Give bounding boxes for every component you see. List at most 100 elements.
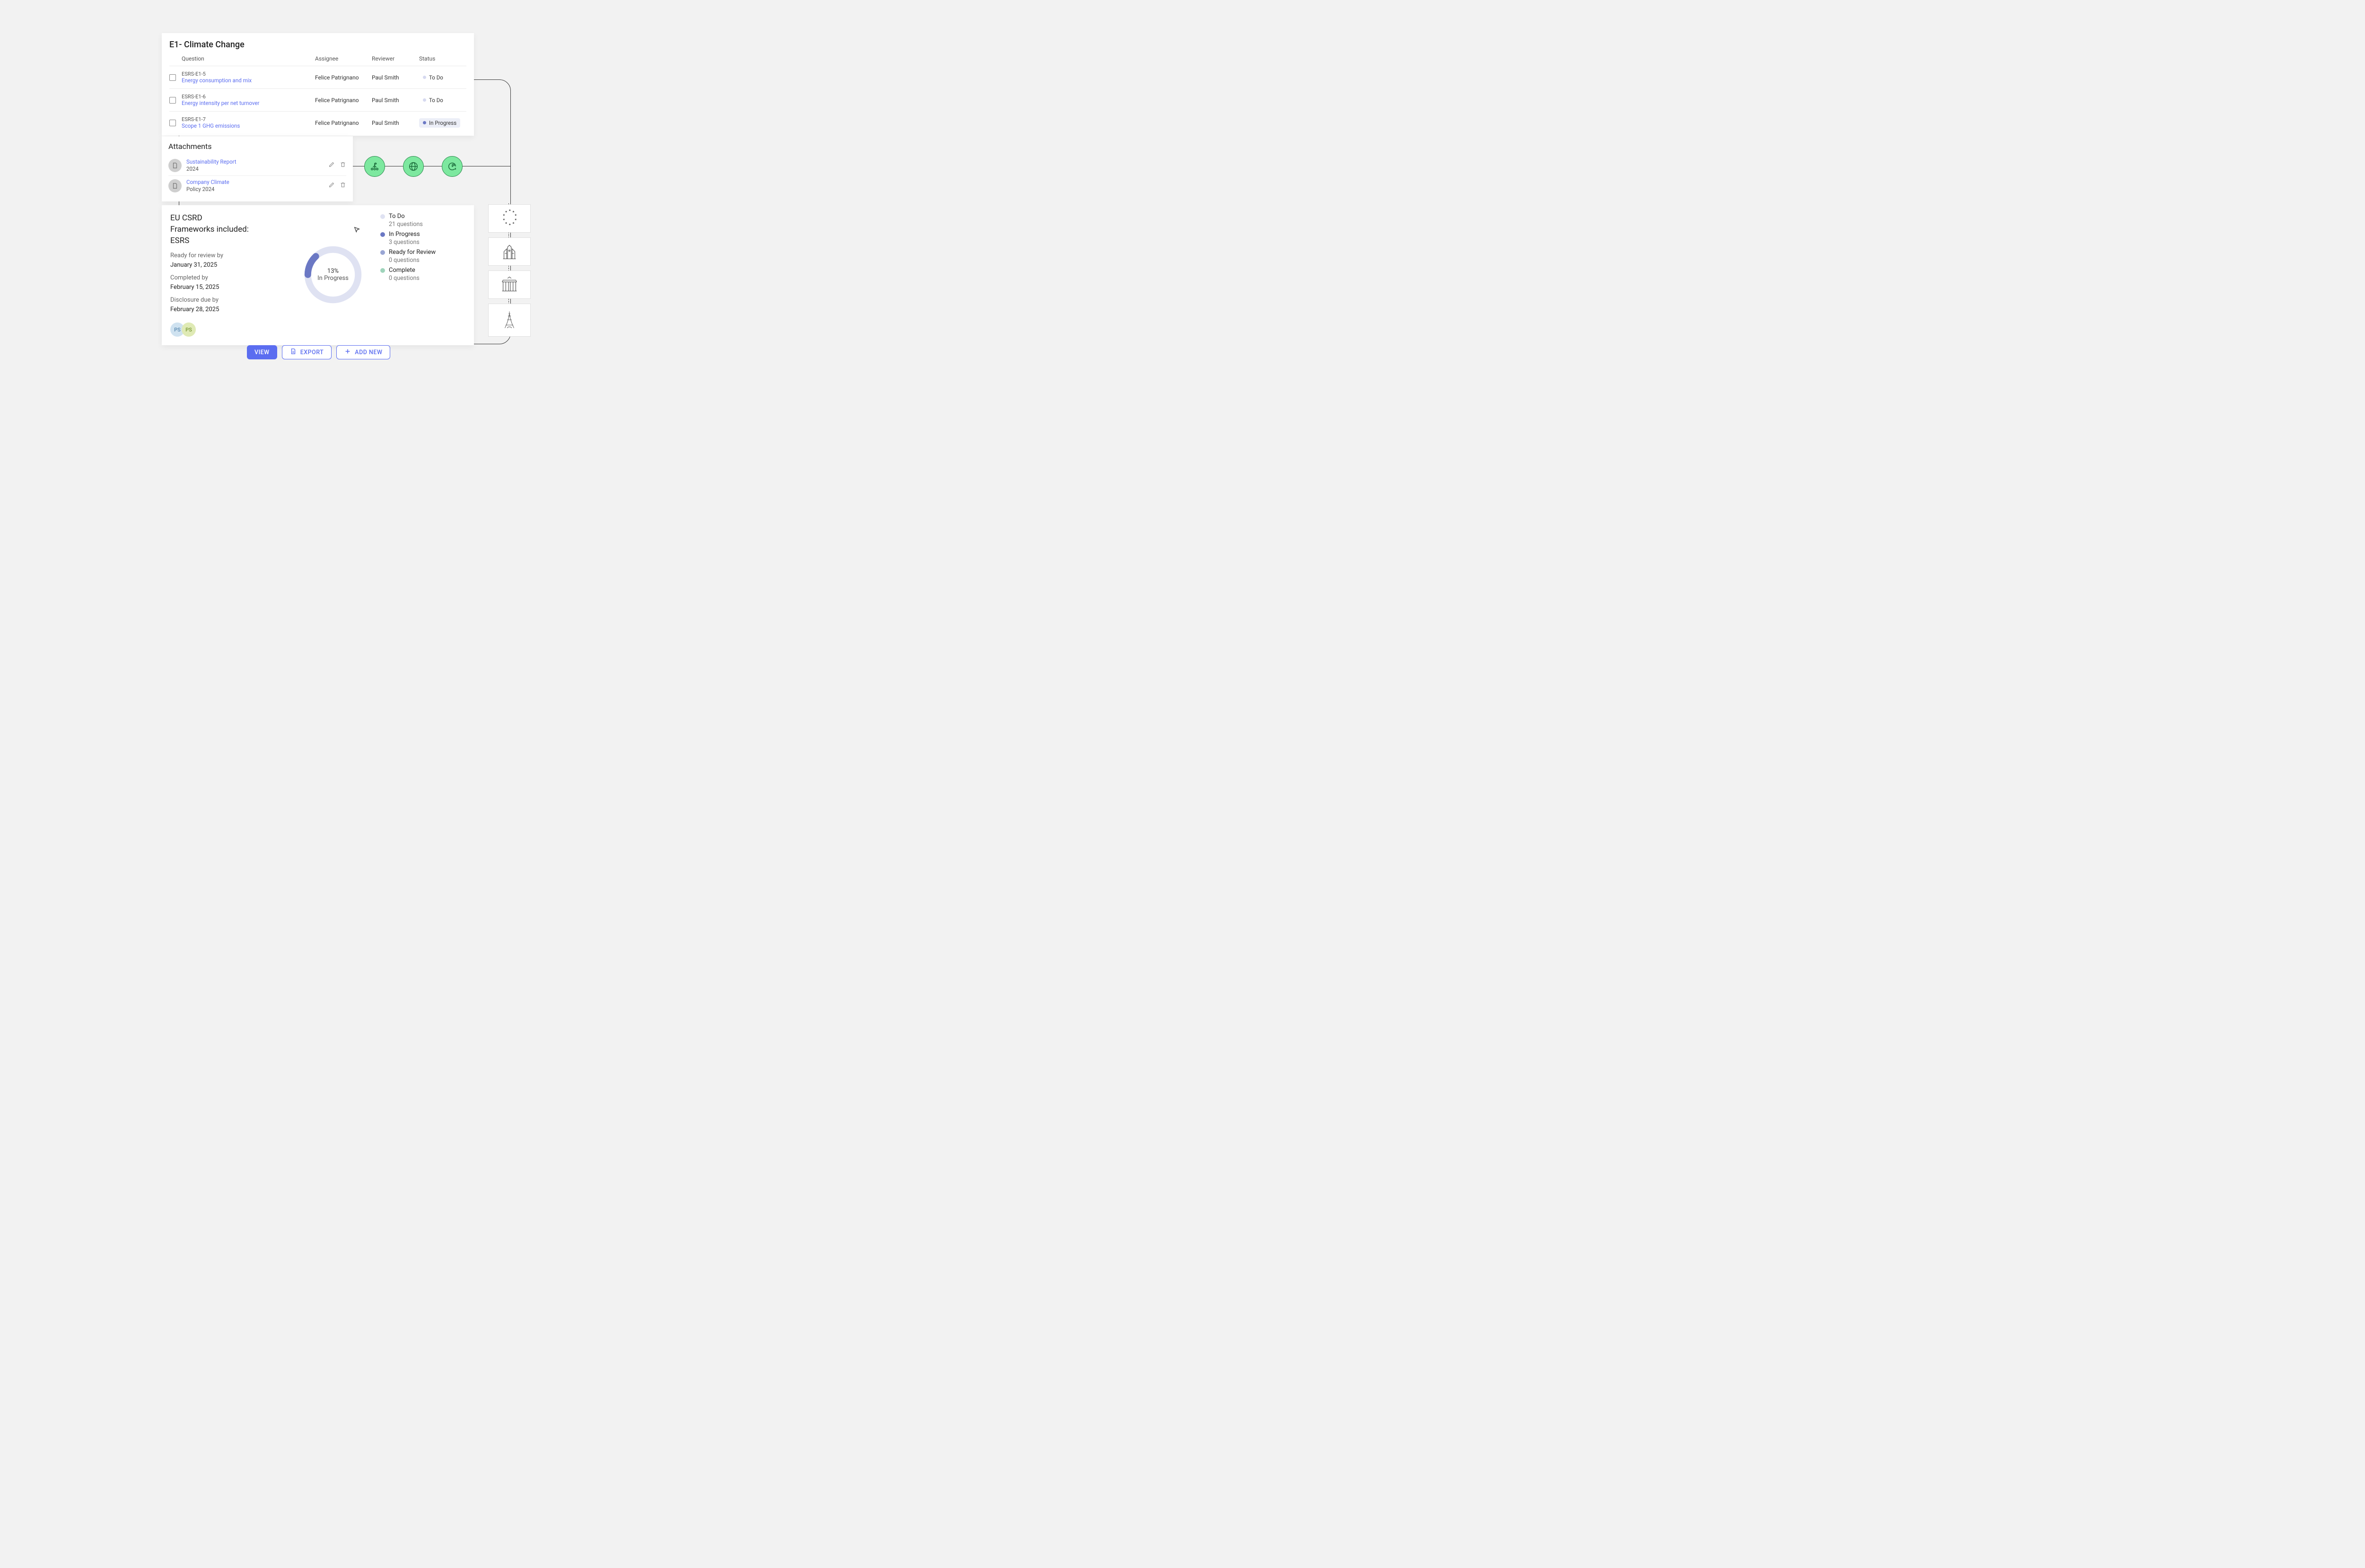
questions-header-row: Question Assignee Reviewer Status [169,52,466,66]
attachments-title: Attachments [168,142,346,151]
assignee-cell: Felice Patrignano [315,74,372,81]
col-status: Status [419,55,466,62]
trash-icon[interactable] [340,181,346,190]
edit-icon[interactable] [328,161,335,170]
summary-heading: EU CSRD Frameworks included: ESRS [170,213,286,246]
attachment-link[interactable]: Company Climate [186,179,324,186]
legend-item: To Do 21 questions [380,213,465,228]
summary-title-1: EU CSRD [170,213,286,224]
legend-count: 0 questions [389,275,465,282]
attachment-sub: Policy 2024 [186,186,324,193]
svg-text:★: ★ [503,213,505,217]
svg-text:★: ★ [512,210,515,214]
col-question: Question [182,55,315,62]
donut-center-label: 13% In Progress [317,268,349,282]
legend-count: 0 questions [389,257,465,264]
svg-text:★: ★ [515,213,517,217]
status-legend: To Do 21 questions In Progress 3 questio… [380,213,465,337]
eiffel-tower-icon [488,304,531,337]
questions-card: E1- Climate Change Question Assignee Rev… [162,33,474,136]
add-new-button[interactable]: ADD NEW [336,345,390,359]
legend-item: In Progress 3 questions [380,231,465,246]
avatar-group: PSPS [170,322,286,337]
table-row: ESRS-E1-7 Scope 1 GHG emissions Felice P… [169,111,466,134]
legend-name: Complete [389,267,415,274]
globe-icon [403,156,424,177]
question-link[interactable]: Scope 1 GHG emissions [182,122,315,129]
date-value: February 15, 2025 [170,283,286,292]
legend-item: Complete 0 questions [380,267,465,282]
legend-dot [380,268,385,273]
assignee-cell: Felice Patrignano [315,120,372,126]
col-assignee: Assignee [315,55,372,62]
add-new-button-label: ADD NEW [355,349,382,356]
question-code: ESRS-E1-7 [182,116,315,122]
network-plant-icon [364,156,385,177]
export-button[interactable]: EXPORT [282,345,332,359]
attachment-row: Sustainability Report 2024 [168,156,346,176]
summary-title-3: ESRS [170,235,286,247]
reviewer-cell: Paul Smith [372,97,419,104]
donut-percent: 13% [317,268,349,275]
legend-count: 21 questions [389,221,465,228]
svg-text:★: ★ [505,210,507,214]
svg-text:★: ★ [503,218,505,221]
svg-text:★: ★ [515,218,517,221]
eco-icon-row [364,156,463,177]
assignee-cell: Felice Patrignano [315,97,372,104]
view-button[interactable]: VIEW [247,345,277,359]
legend-name: In Progress [389,231,420,238]
view-button-label: VIEW [254,349,270,356]
question-link[interactable]: Energy intensity per net turnover [182,100,315,106]
legend-dot [380,214,385,219]
cathedral-icon [488,237,531,266]
questions-title: E1- Climate Change [169,40,466,50]
row-checkbox[interactable] [169,74,176,81]
date-label: Ready for review by [170,251,286,261]
attachment-sub: 2024 [186,166,324,173]
edit-icon[interactable] [328,181,335,190]
row-checkbox[interactable] [169,97,176,104]
legend-name: Ready for Review [389,249,436,256]
leaf-cycle-icon [442,156,463,177]
action-button-row: VIEW EXPORT ADD NEW [247,345,390,359]
question-link[interactable]: Energy consumption and mix [182,77,315,84]
question-code: ESRS-E1-5 [182,71,315,77]
file-icon [168,159,182,172]
reviewer-cell: Paul Smith [372,120,419,126]
export-button-label: EXPORT [300,349,324,356]
avatar: PS [182,322,196,337]
date-label: Disclosure due by [170,296,286,305]
summary-dates: Ready for review by January 31, 2025 Comp… [170,251,286,314]
status-badge: In Progress [419,118,460,128]
svg-text:★: ★ [508,209,511,212]
legend-item: Ready for Review 0 questions [380,249,465,264]
svg-text:★: ★ [508,223,511,226]
progress-donut: 13% In Progress [295,213,371,337]
summary-card: EU CSRD Frameworks included: ESRS Ready … [162,205,474,345]
date-label: Completed by [170,273,286,283]
reviewer-cell: Paul Smith [372,74,419,81]
date-value: January 31, 2025 [170,261,286,270]
eu-stars-icon: ★★★★★★★★★★ [488,204,531,233]
legend-count: 3 questions [389,239,465,246]
attachment-link[interactable]: Sustainability Report [186,158,324,166]
trash-icon[interactable] [340,161,346,170]
cursor-icon [354,226,360,235]
attachment-row: Company Climate Policy 2024 [168,176,346,196]
donut-status-label: In Progress [317,275,349,282]
table-row: ESRS-E1-6 Energy intensity per net turno… [169,88,466,111]
status-badge: To Do [419,73,447,82]
document-icon [290,348,297,357]
svg-text:★: ★ [505,222,507,225]
plus-icon [344,348,351,357]
attachments-card: Attachments Sustainability Report 2024 C… [162,136,353,201]
legend-dot [380,232,385,237]
row-checkbox[interactable] [169,120,176,126]
question-code: ESRS-E1-6 [182,94,315,100]
brandenburg-gate-icon [488,270,531,299]
legend-dot [380,250,385,255]
legend-name: To Do [389,213,405,220]
col-reviewer: Reviewer [372,55,419,62]
date-value: February 28, 2025 [170,305,286,314]
